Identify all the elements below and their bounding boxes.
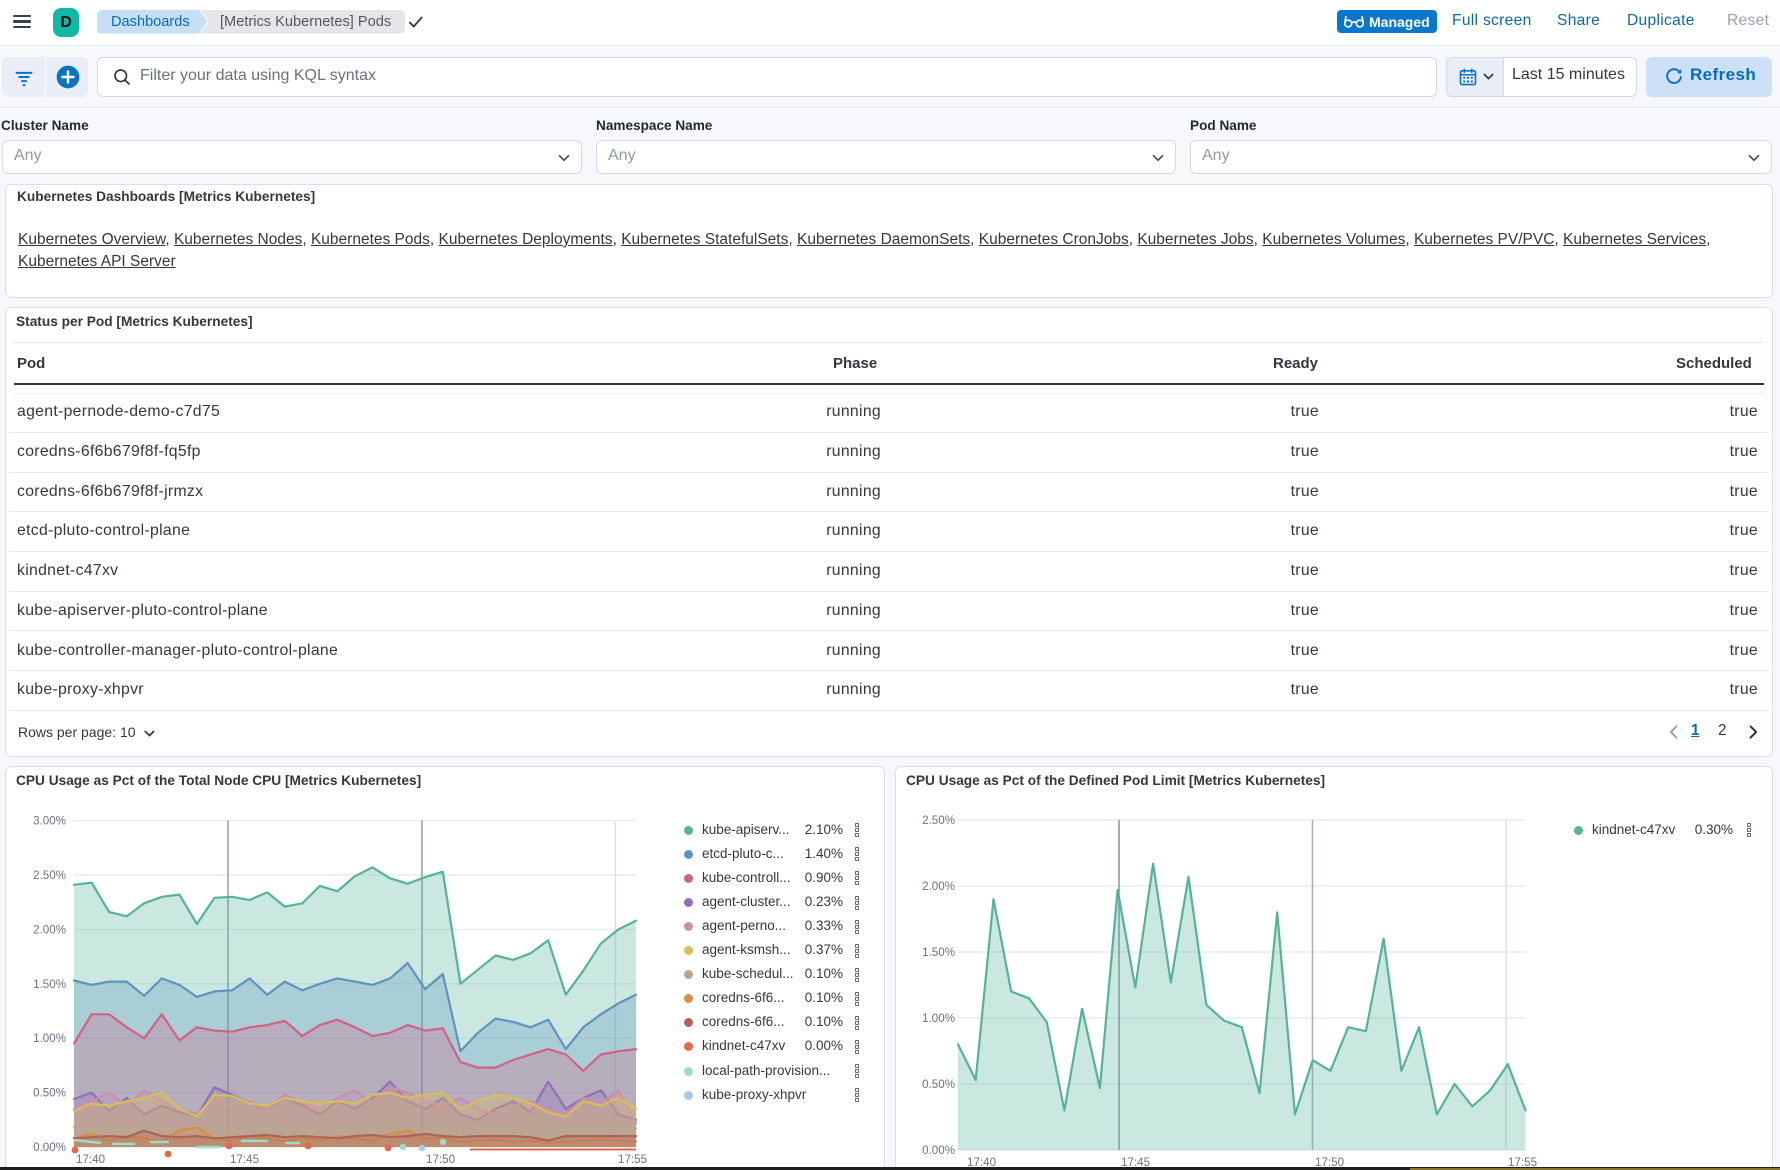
svg-text:0.00%: 0.00%: [33, 1141, 66, 1154]
svg-text:0.50%: 0.50%: [922, 1078, 955, 1091]
svg-text:0.50%: 0.50%: [33, 1087, 66, 1100]
svg-text:17:40: 17:40: [76, 1153, 105, 1166]
svg-text:17:50: 17:50: [426, 1153, 455, 1166]
svg-text:2.00%: 2.00%: [33, 923, 66, 936]
svg-text:1.50%: 1.50%: [922, 946, 955, 959]
svg-text:17:45: 17:45: [230, 1153, 259, 1166]
svg-text:2.00%: 2.00%: [922, 880, 955, 893]
svg-text:3.00%: 3.00%: [33, 815, 66, 828]
svg-text:2.50%: 2.50%: [922, 814, 955, 827]
svg-text:0.00%: 0.00%: [922, 1144, 955, 1157]
svg-text:1.50%: 1.50%: [33, 978, 66, 991]
svg-text:17:55: 17:55: [618, 1153, 647, 1166]
svg-text:1.00%: 1.00%: [922, 1012, 955, 1025]
svg-text:2.50%: 2.50%: [33, 869, 66, 882]
svg-text:1.00%: 1.00%: [33, 1032, 66, 1045]
